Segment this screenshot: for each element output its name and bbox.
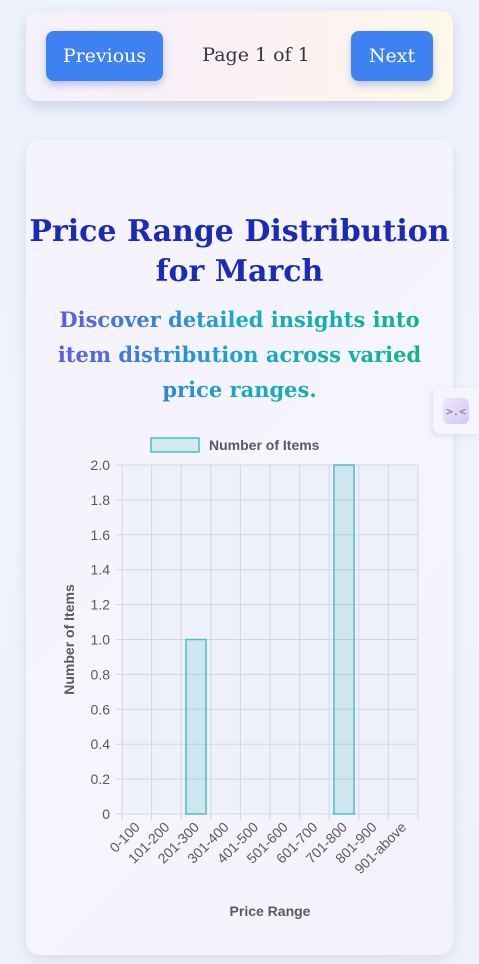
side-panel-toggle[interactable]: >.<: [433, 388, 479, 434]
y-tick-label: 1.8: [91, 492, 111, 508]
bar: [333, 464, 355, 815]
y-tick-label: 2.0: [91, 457, 111, 473]
legend-swatch: [150, 437, 200, 453]
bar: [185, 638, 207, 815]
y-tick-label: 0.8: [91, 666, 111, 682]
legend-label: Number of Items: [209, 437, 320, 453]
y-tick-label: 1.4: [91, 562, 111, 578]
x-axis-title: Price Range: [230, 903, 311, 919]
y-tick-label: 0.4: [91, 736, 111, 752]
y-tick-label: 0.6: [91, 701, 111, 717]
bar-chart: 00.20.40.60.81.01.21.41.61.82.00-100101-…: [61, 437, 419, 919]
y-tick-label: 1.0: [91, 632, 111, 648]
y-tick-label: 1.2: [91, 597, 111, 613]
y-tick-label: 0: [102, 806, 110, 822]
y-axis-title: Number of Items: [61, 584, 77, 695]
collapse-icon: >.<: [443, 398, 469, 424]
y-tick-label: 1.6: [91, 527, 111, 543]
y-tick-label: 0.2: [91, 771, 111, 787]
